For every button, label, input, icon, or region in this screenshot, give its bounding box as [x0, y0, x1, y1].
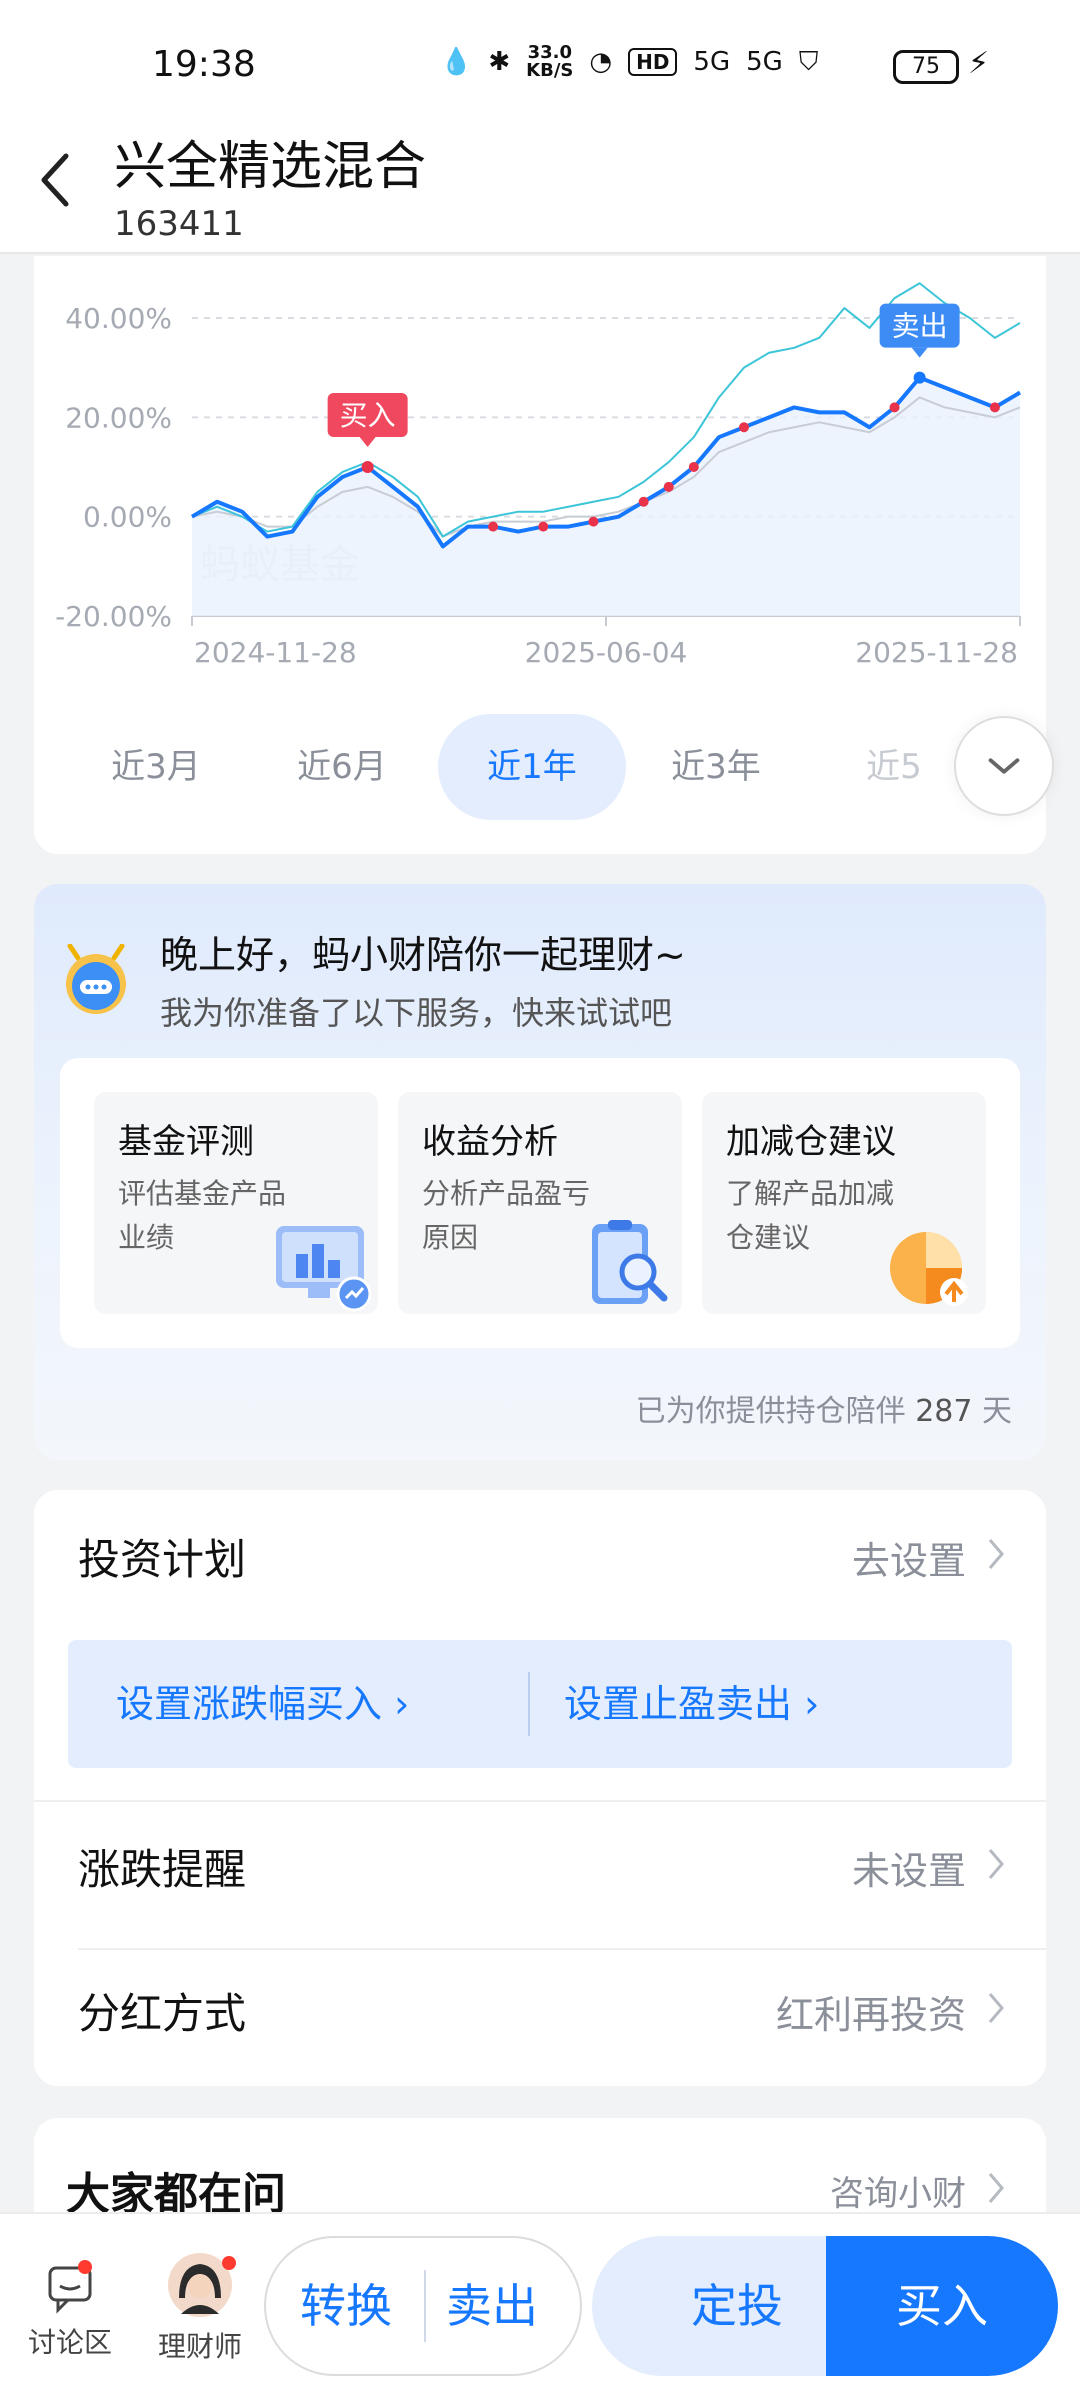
- trade-marker: [989, 402, 1000, 413]
- plan-divider: [528, 1672, 530, 1736]
- greeting-subtitle: 我为你准备了以下服务，快来试试吧: [160, 994, 673, 1032]
- convert-sell-group: 转换 卖出: [264, 2236, 582, 2376]
- services-panel: 基金评测 评估基金产品业绩 收益分析 分析产品盈亏原因 加减仓建议 了解产品加减…: [60, 1058, 1020, 1348]
- bottom-action-bar: 讨论区 理财师 转换 卖出 定投 买入: [0, 2212, 1080, 2400]
- greeting-text: 晚上好，蚂小财陪你一起理财~: [160, 933, 686, 977]
- trade-marker: [739, 422, 749, 433]
- y-tick-label: 20.00%: [65, 401, 172, 434]
- sell-point: [913, 371, 926, 384]
- divider: [78, 1948, 1046, 1950]
- range-3m[interactable]: 近3月: [66, 714, 246, 820]
- convert-button[interactable]: 转换: [300, 2238, 392, 2374]
- plan-actions: 设置涨跌幅买入 › 设置止盈卖出 ›: [68, 1640, 1012, 1768]
- range-3y[interactable]: 近3年: [626, 714, 806, 820]
- buy-tag-pointer: [359, 437, 376, 447]
- price-alert-value[interactable]: 未设置: [852, 1840, 966, 1895]
- chevron-down-icon[interactable]: [954, 716, 1054, 816]
- pill-divider: [424, 2270, 426, 2342]
- trade-marker: [688, 462, 699, 472]
- chart-card: 40.00% 20.00% 0.00% -20.00% 2024-11-28 2025-0…: [34, 256, 1054, 854]
- ask-assistant-link[interactable]: 咨询小财: [830, 2166, 966, 2215]
- wifi-icon: ◔: [589, 47, 613, 77]
- buy-point: [361, 461, 374, 473]
- drop-icon: 💧: [440, 47, 473, 77]
- set-range-buy-button[interactable]: 设置涨跌幅买入 ›: [116, 1640, 409, 1768]
- net-speed: 33.0 KB/S: [526, 42, 574, 81]
- clipboard-search-icon: [592, 1220, 668, 1304]
- y-tick-label: 0.00%: [83, 501, 172, 534]
- price-alert-label: 涨跌提醒: [78, 1845, 247, 1894]
- status-icons: 💧 ✱ 33.0 KB/S ◔ HD 5G 5G ⛉: [440, 44, 818, 80]
- x-tick-label: 2025-06-04: [525, 636, 688, 669]
- assistant-card: 晚上好，蚂小财陪你一起理财~ 我为你准备了以下服务，快来试试吧 基金评测 评估基…: [34, 884, 1046, 1460]
- dividend-value[interactable]: 红利再投资: [776, 1984, 966, 2039]
- investment-plan-card: 投资计划 去设置 设置涨跌幅买入 › 设置止盈卖出 › 涨跌提醒 未设置 分红方…: [34, 1490, 1046, 2086]
- service-return-analysis[interactable]: 收益分析 分析产品盈亏原因: [398, 1092, 682, 1314]
- trade-marker: [889, 402, 900, 413]
- status-time: 19:38: [152, 44, 256, 85]
- divider: [34, 1800, 1046, 1802]
- service-position-advice[interactable]: 加减仓建议 了解产品加减仓建议: [702, 1092, 986, 1314]
- sell-tag: 卖出: [892, 310, 948, 343]
- fund-code: 163411: [114, 204, 244, 244]
- notification-dot: [78, 2260, 92, 2274]
- invest-plan-setup[interactable]: 去设置: [852, 1530, 966, 1585]
- status-bar: 19:38 💧 ✱ 33.0 KB/S ◔ HD 5G 5G ⛉ 75 ⚡: [0, 0, 1080, 110]
- buy-tag: 买入: [340, 399, 396, 432]
- battery: 75: [893, 50, 959, 84]
- sell-tag-pointer: [911, 347, 928, 358]
- sell-button[interactable]: 卖出: [446, 2238, 538, 2374]
- discussion-button[interactable]: 讨论区: [20, 2262, 120, 2361]
- invest-plan-label: 投资计划: [78, 1535, 247, 1584]
- x-tick-label: 2025-11-28: [855, 636, 1018, 669]
- trade-marker: [663, 481, 674, 492]
- back-icon[interactable]: [36, 150, 76, 210]
- accompany-days: 已为你提供持仓陪伴 287 天: [635, 1394, 1012, 1429]
- service-fund-evaluation[interactable]: 基金评测 评估基金产品业绩: [94, 1092, 378, 1314]
- chevron-right-icon[interactable]: [986, 2170, 1006, 2206]
- chevron-right-icon[interactable]: [986, 1990, 1006, 2026]
- dividend-label: 分红方式: [78, 1989, 247, 2038]
- buy-button[interactable]: 买入: [826, 2236, 1058, 2376]
- signal-5g-icon: 5G: [693, 47, 731, 77]
- range-6m[interactable]: 近6月: [252, 714, 432, 820]
- trade-marker: [488, 521, 499, 532]
- x-tick-label: 2024-11-28: [194, 636, 357, 669]
- chevron-right-icon[interactable]: [986, 1846, 1006, 1882]
- signal-5g-icon-2: 5G: [746, 47, 783, 77]
- hd-badge: HD: [628, 48, 678, 76]
- range-1y[interactable]: 近1年: [438, 714, 626, 820]
- advisor-button[interactable]: 理财师: [150, 2252, 250, 2365]
- y-tick-label: 40.00%: [65, 302, 172, 335]
- notification-dot: [222, 2256, 236, 2270]
- monitor-chart-icon: [276, 1226, 372, 1312]
- trade-marker: [538, 521, 549, 532]
- bluetooth-icon: ✱: [488, 47, 511, 77]
- page-title: 兴全精选混合: [114, 137, 427, 197]
- page-header: 兴全精选混合 163411: [0, 110, 1080, 254]
- trade-marker: [588, 516, 599, 527]
- pie-upload-icon: [890, 1232, 968, 1306]
- chevron-right-icon[interactable]: [986, 1536, 1006, 1572]
- charging-icon: ⚡: [968, 46, 990, 81]
- performance-chart[interactable]: 40.00% 20.00% 0.00% -20.00% 2024-11-28 2025-0…: [34, 256, 1046, 696]
- range-selector: 近3月 近6月 近1年 近3年 近5: [111, 714, 1074, 820]
- shield-dollar-icon: ⛉: [798, 46, 819, 77]
- assistant-avatar-icon: [66, 944, 126, 1014]
- trade-marker: [638, 496, 649, 507]
- y-tick-label: -20.00%: [55, 600, 172, 633]
- set-take-profit-button[interactable]: 设置止盈卖出 ›: [564, 1640, 819, 1768]
